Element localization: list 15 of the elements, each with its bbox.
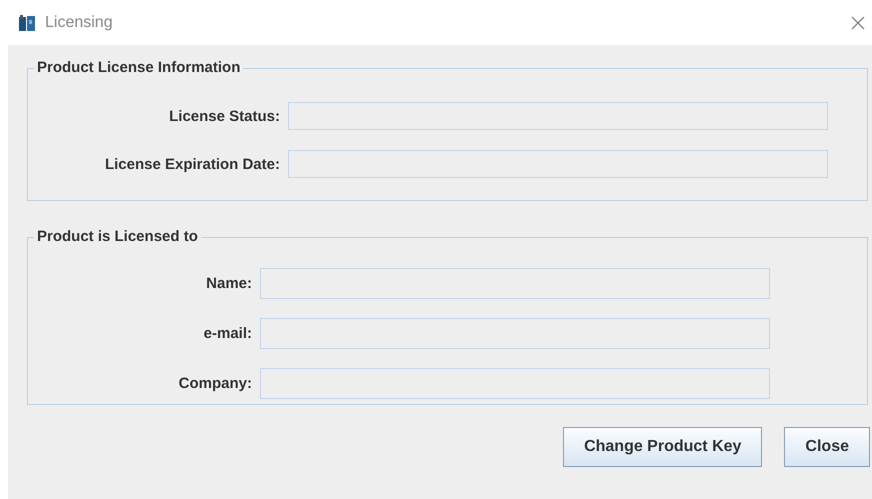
close-icon[interactable] bbox=[850, 14, 866, 30]
field-label: Company: bbox=[178, 375, 253, 392]
field-label: License Expiration Date: bbox=[104, 156, 281, 172]
app-icon bbox=[18, 14, 36, 32]
dialog-button[interactable]: Change Product Key bbox=[563, 427, 762, 467]
dialog-button[interactable]: Close bbox=[784, 427, 870, 467]
text-field[interactable] bbox=[260, 368, 770, 399]
field-label: License Status: bbox=[168, 108, 281, 124]
field-label: e-mail: bbox=[202, 325, 253, 342]
field-label: Name: bbox=[205, 275, 253, 292]
text-field[interactable] bbox=[260, 318, 770, 349]
text-field[interactable] bbox=[288, 150, 828, 178]
window-title: Licensing bbox=[45, 14, 113, 32]
text-field[interactable] bbox=[288, 102, 828, 130]
text-field[interactable] bbox=[260, 268, 770, 299]
